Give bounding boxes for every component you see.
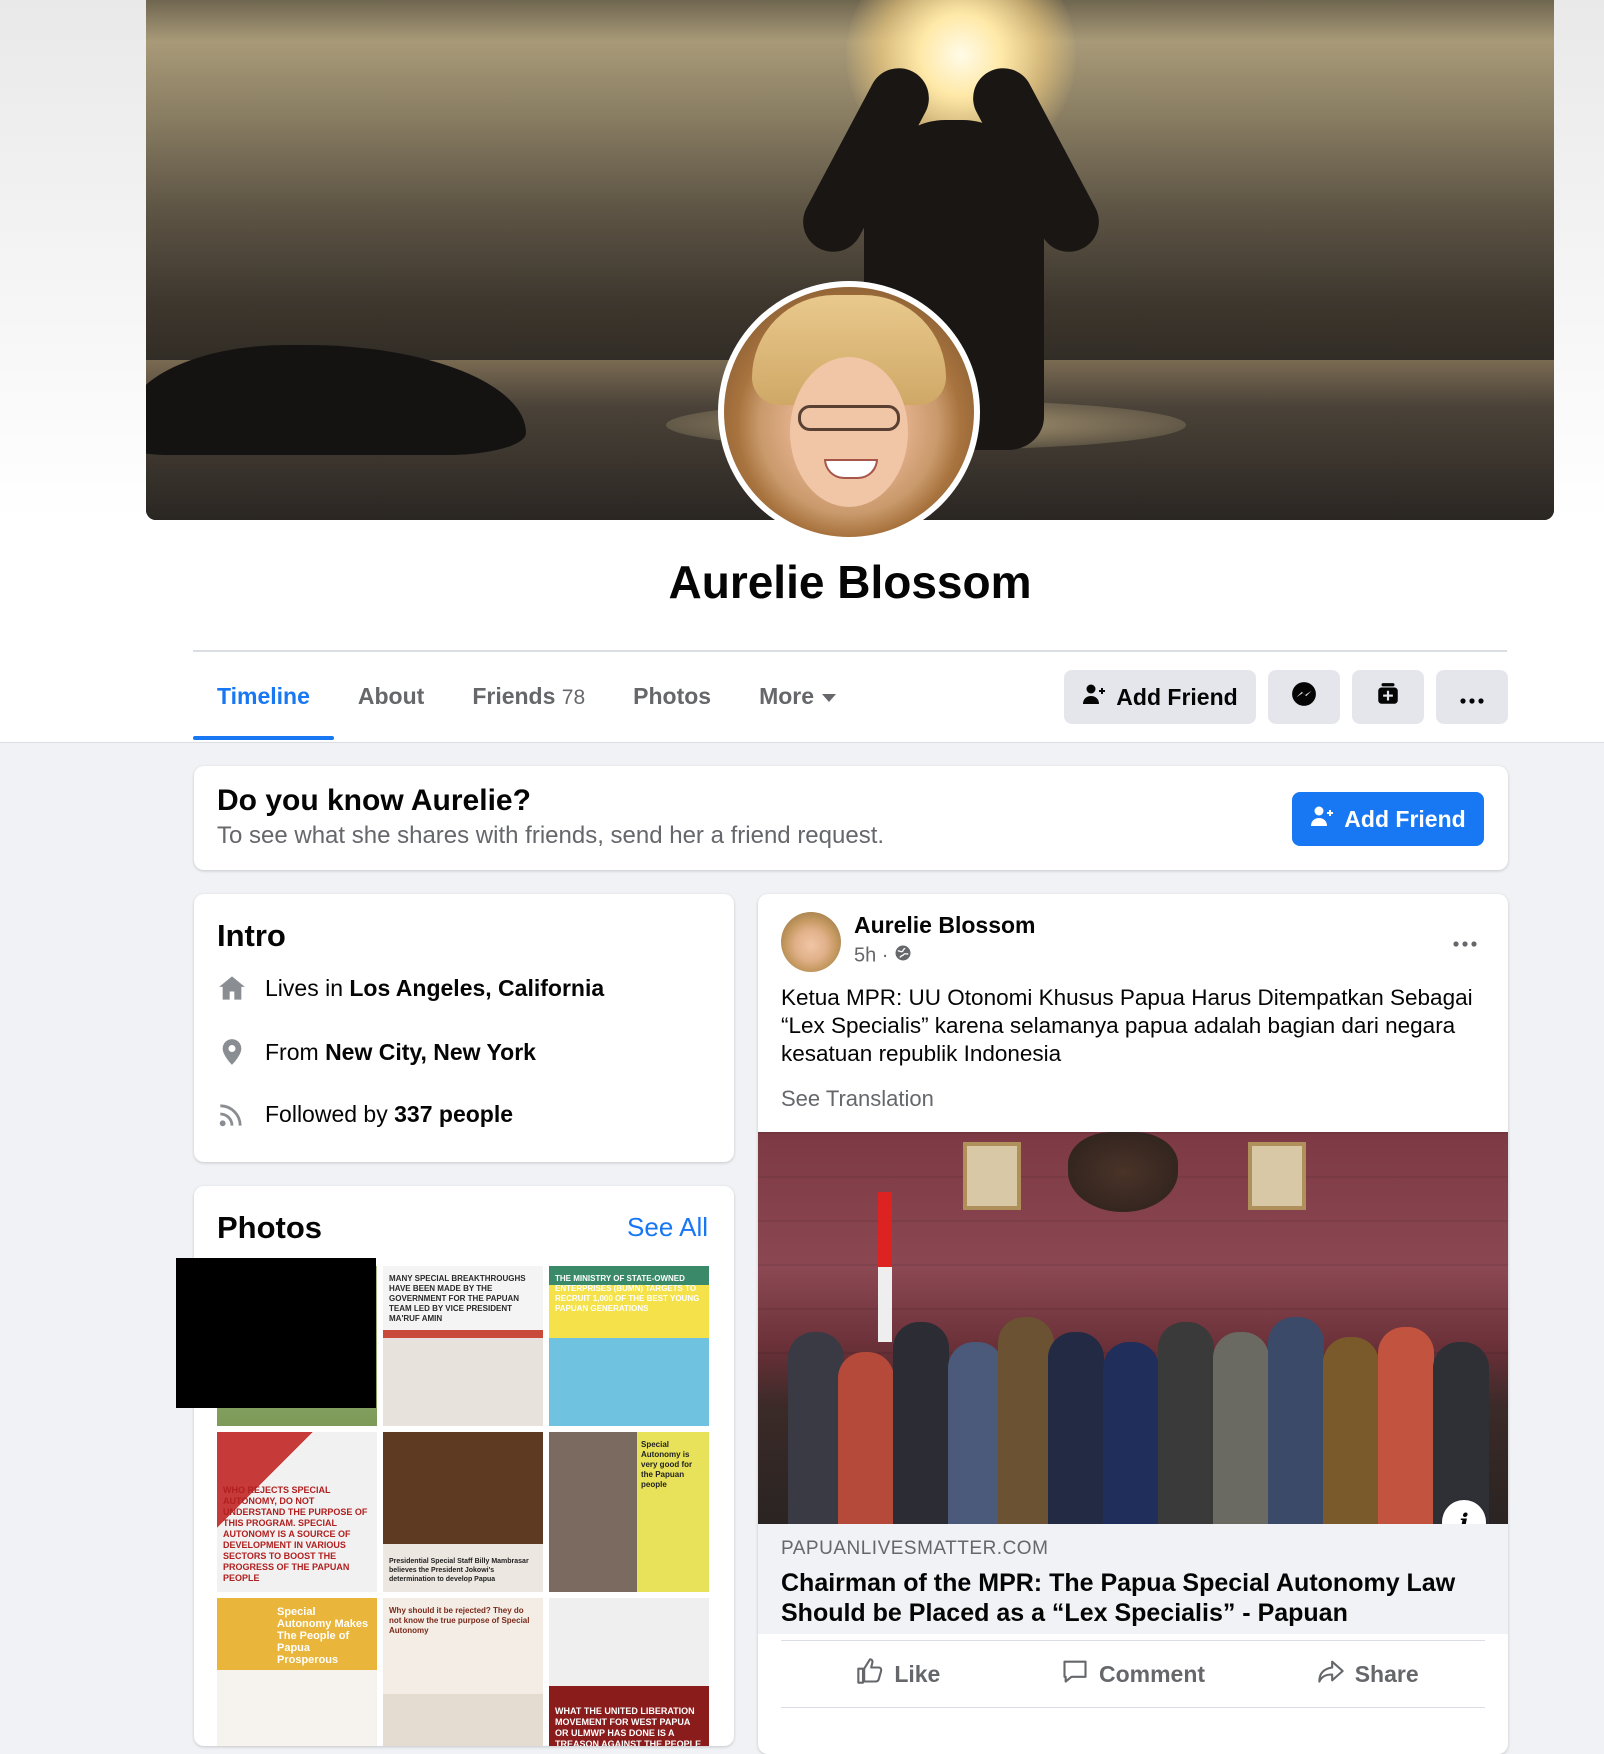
comment-button[interactable]: Comment xyxy=(1016,1641,1251,1707)
profile-name: Aurelie Blossom xyxy=(668,556,1032,608)
intro-card: Intro Lives in Los Angeles, California F… xyxy=(194,894,734,1162)
photo-thumb[interactable]: THE MINISTRY OF STATE-OWNED ENTERPRISES … xyxy=(549,1266,709,1426)
header-left-fade xyxy=(0,0,146,520)
rss-feed-icon xyxy=(217,1100,247,1128)
wall-portrait xyxy=(963,1142,1021,1210)
share-button[interactable]: Share xyxy=(1250,1641,1485,1707)
add-friend-icon xyxy=(1082,682,1106,712)
messenger-icon xyxy=(1291,681,1317,713)
tab-photos[interactable]: Photos xyxy=(609,664,735,728)
add-friend-icon xyxy=(1310,804,1334,834)
redaction-box xyxy=(176,1258,376,1408)
tab-friends[interactable]: Friends 78 xyxy=(448,664,609,728)
photo-thumb[interactable]: Why should it be rejected? They do not k… xyxy=(383,1598,543,1746)
post-time[interactable]: 5h · xyxy=(854,944,894,966)
intro-followers: Followed by 337 people xyxy=(217,1100,513,1128)
message-button[interactable] xyxy=(1268,670,1340,724)
link-title: Chairman of the MPR: The Papua Special A… xyxy=(781,1569,1456,1627)
avatar xyxy=(724,287,974,537)
photo-thumb[interactable]: Special Autonomy Makes The People of Pap… xyxy=(217,1598,377,1746)
profile-header: Aurelie Blossom Timeline About Friends 7… xyxy=(0,0,1604,743)
share-icon xyxy=(1317,1657,1355,1691)
location-pin-icon xyxy=(217,1038,247,1066)
link-preview-image[interactable]: i xyxy=(758,1132,1508,1524)
tab-more[interactable]: More xyxy=(735,664,860,728)
photo-thumb[interactable]: WHAT THE UNITED LIBERATION MOVEMENT FOR … xyxy=(549,1598,709,1746)
more-dots-icon xyxy=(1459,684,1485,711)
see-translation-link[interactable]: See Translation xyxy=(781,1086,934,1112)
group-of-people xyxy=(758,1302,1508,1524)
see-all-photos-link[interactable]: See All xyxy=(627,1212,708,1243)
photo-thumb[interactable]: Special Autonomy is very good for the Pa… xyxy=(549,1432,709,1592)
intro-from: From New City, New York xyxy=(217,1038,536,1066)
add-friend-primary-button[interactable]: Add Friend xyxy=(1292,792,1484,846)
header-right-fade xyxy=(1554,0,1604,520)
link-preview[interactable]: PAPUANLIVESMATTER.COM Chairman of the MP… xyxy=(758,1524,1508,1634)
friends-count: 78 xyxy=(561,686,586,709)
caret-down-icon xyxy=(822,693,837,702)
add-friend-button[interactable]: Add Friend xyxy=(1064,670,1256,724)
photo-thumb[interactable]: MANY SPECIAL BREAKTHROUGHS HAVE BEEN MAD… xyxy=(383,1266,543,1426)
profile-picture[interactable] xyxy=(718,281,980,543)
like-button[interactable]: Like xyxy=(781,1641,1016,1707)
photo-thumb[interactable]: Presidential Special Staff Billy Mambras… xyxy=(383,1432,543,1592)
post-meta: 5h · xyxy=(854,944,912,968)
nav-divider xyxy=(193,650,1507,652)
emblem xyxy=(1068,1132,1178,1212)
post-card: Aurelie Blossom 5h · Ketua MPR: UU Otono… xyxy=(758,894,1508,1754)
link-domain: PAPUANLIVESMATTER.COM xyxy=(781,1538,1049,1559)
globe-icon xyxy=(894,944,912,968)
post-actions: Like Comment Share xyxy=(781,1640,1485,1708)
lives-in-link[interactable]: Los Angeles, California xyxy=(349,975,604,1002)
followers-link[interactable]: 337 people xyxy=(394,1101,513,1128)
friend-request-card: Do you know Aurelie? To see what she sha… xyxy=(194,766,1508,870)
from-link[interactable]: New City, New York xyxy=(325,1039,536,1066)
photos-title: Photos xyxy=(217,1210,323,1245)
intro-lives-in: Lives in Los Angeles, California xyxy=(217,974,604,1002)
post-author-name[interactable]: Aurelie Blossom xyxy=(854,912,1036,939)
comment-icon xyxy=(1061,1657,1099,1691)
follow-icon xyxy=(1375,681,1401,713)
tab-about[interactable]: About xyxy=(334,664,448,728)
profile-tabs: Timeline About Friends 78 Photos More xyxy=(193,664,860,742)
thumbs-up-icon xyxy=(856,1657,894,1691)
photo-thumb[interactable]: WHO REJECTS SPECIAL AUTONOMY, DO NOT UND… xyxy=(217,1432,377,1592)
home-icon xyxy=(217,974,247,1002)
follow-button[interactable] xyxy=(1352,670,1424,724)
more-options-button[interactable] xyxy=(1436,670,1508,724)
friend-request-title: Do you know Aurelie? xyxy=(217,784,531,817)
intro-title: Intro xyxy=(217,918,286,953)
post-text: Ketua MPR: UU Otonomi Khusus Papua Harus… xyxy=(781,985,1473,1066)
post-options-button[interactable] xyxy=(1452,924,1478,955)
post-author-avatar[interactable] xyxy=(781,912,841,972)
wall-portrait xyxy=(1248,1142,1306,1210)
friend-request-subtitle: To see what she shares with friends, sen… xyxy=(217,822,885,849)
tab-timeline[interactable]: Timeline xyxy=(193,664,334,740)
